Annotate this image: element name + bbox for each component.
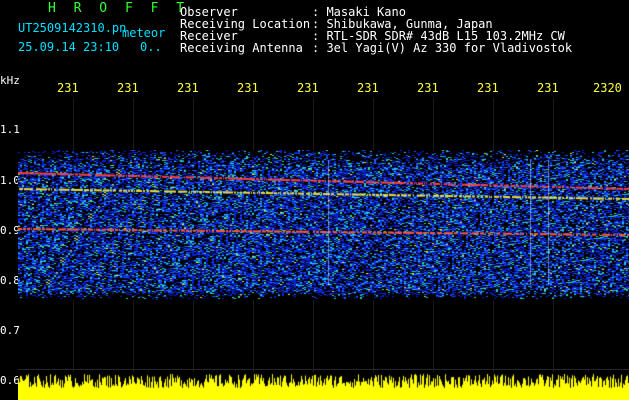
freq-tick: 1.0 (0, 174, 20, 187)
datetime-label: 25.09.14 23:10 (18, 40, 120, 54)
time-tick: 2320 (593, 81, 622, 95)
time-tick: 231 (177, 81, 199, 95)
time-tick: 231 (477, 81, 499, 95)
freq-tick: 0.8 (0, 274, 20, 287)
time-tick: 231 (237, 81, 259, 95)
antenna-label: Receiving Antenna (180, 41, 303, 55)
unit-label: kHz (0, 74, 20, 87)
freq-tick: 0.6 (0, 374, 20, 387)
time-tick: 231 (417, 81, 439, 95)
freq-tick: 1.1 (0, 123, 20, 136)
time-tick: 231 (357, 81, 379, 95)
meteor-label: meteor (122, 26, 166, 40)
time-tick: 231 (57, 81, 79, 95)
time-tick: 231 (297, 81, 319, 95)
noise-level-bar (18, 372, 629, 400)
filename-label: UT2509142310.pn (18, 21, 127, 35)
station-name: H R O F F T (48, 1, 190, 16)
time-tick: 231 (117, 81, 139, 95)
antenna-value: : 3el Yagi(V) Az 330 for Vladivostok (312, 41, 573, 55)
freq-tick: 0.7 (0, 324, 20, 337)
freq-tick: 0.9 (0, 224, 20, 237)
count-label: 0.. (140, 40, 162, 54)
time-tick: 231 (537, 81, 559, 95)
spectrogram (18, 150, 629, 300)
